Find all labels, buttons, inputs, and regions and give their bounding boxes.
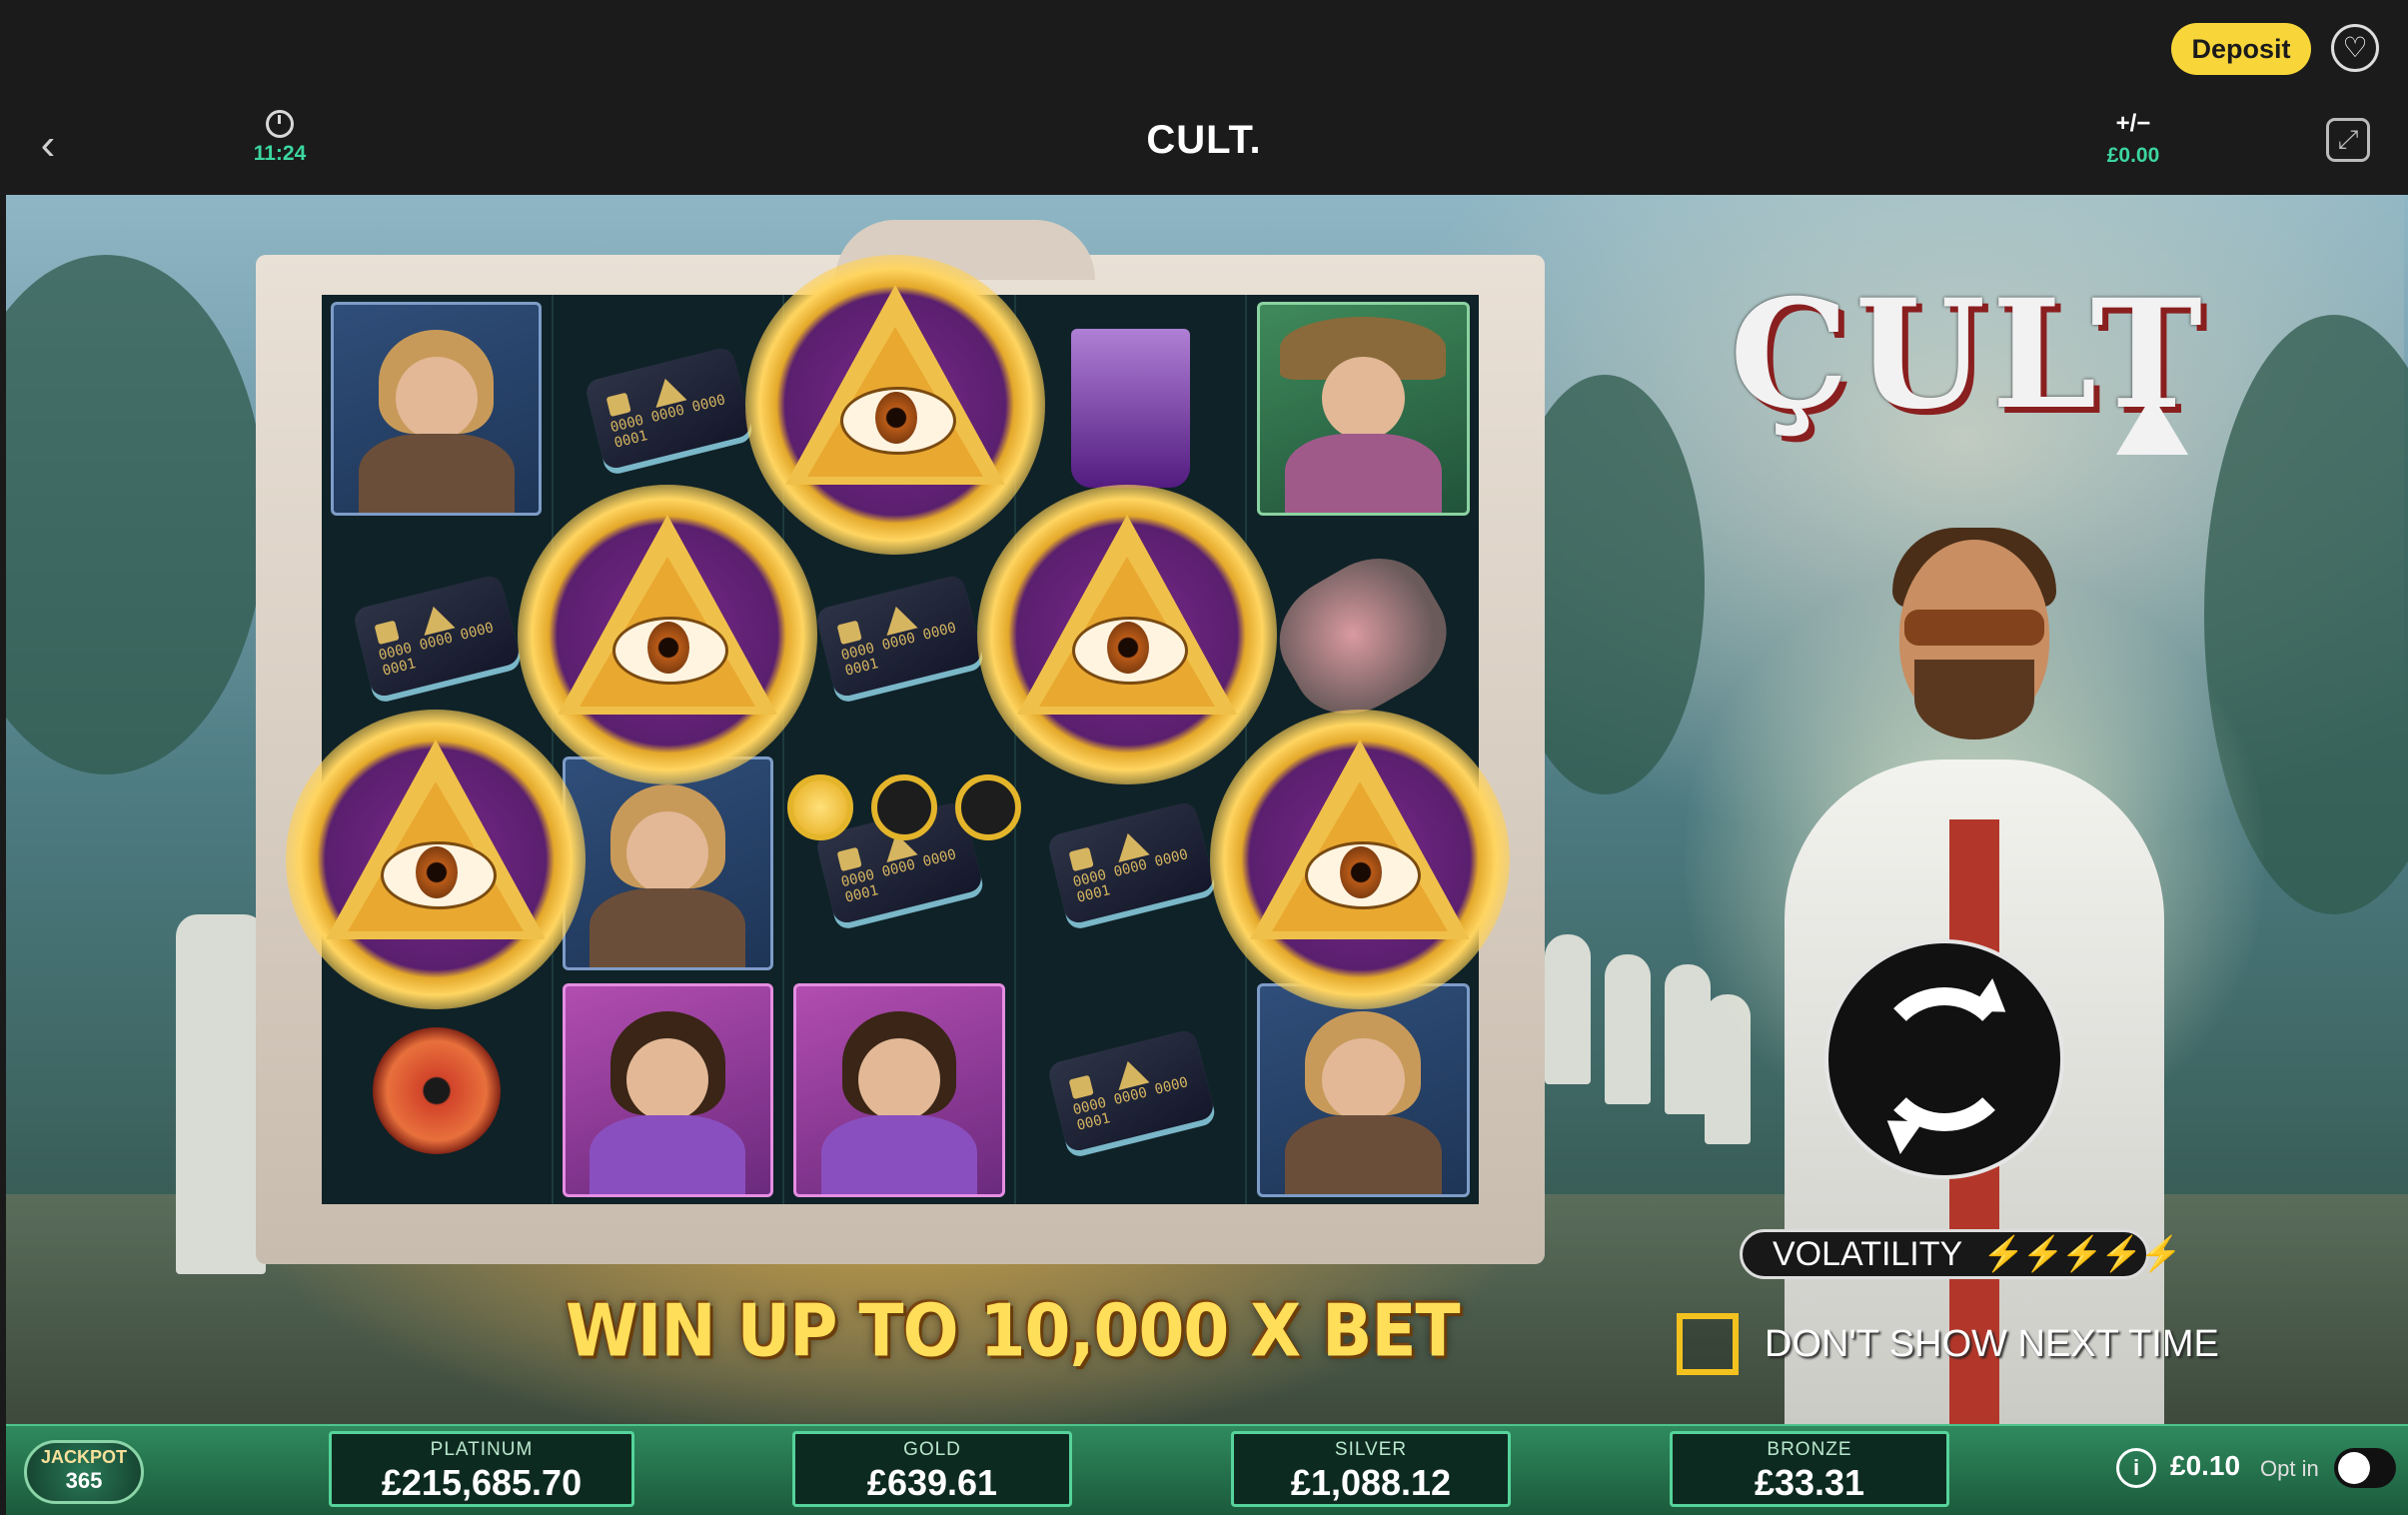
jackpot-logo-top: JACKPOT — [40, 1447, 127, 1467]
balance-value: £0.00 — [2106, 144, 2160, 167]
reel-cell — [322, 976, 554, 1204]
credit-card-symbol: 0000 0000 0000 0001 — [352, 573, 522, 699]
cult-follower — [1545, 934, 1591, 1084]
expand-window-icon[interactable]: ⤢ — [2326, 118, 2370, 162]
reel-cell — [784, 976, 1016, 1204]
hooded-woman-symbol — [562, 756, 773, 970]
jackpot-tier-amount: £215,685.70 — [381, 1462, 583, 1503]
toggle-knob — [2338, 1452, 2370, 1484]
dont-show-checkbox[interactable] — [1677, 1313, 1739, 1375]
top-bar: ‹ 11:24 CULT. +/− £0.00 Deposit ♡ ⤢ — [0, 0, 2408, 195]
cult-follower — [176, 914, 266, 1274]
page-dot-1[interactable] — [787, 774, 853, 840]
reel-cell — [554, 976, 785, 1204]
eye-pyramid-symbol — [1210, 710, 1510, 1009]
bearded-man-symbol — [793, 983, 1005, 1198]
jackpot-silver: SILVER £1,088.12 — [1231, 1431, 1511, 1507]
credit-card-symbol: 0000 0000 0000 0001 — [583, 346, 752, 472]
jackpot-platinum: PLATINUM £215,685.70 — [329, 1431, 634, 1507]
cowboy-man-symbol — [1256, 301, 1470, 516]
page-dot-2[interactable] — [871, 774, 937, 840]
info-icon[interactable]: i — [2116, 1448, 2156, 1488]
credit-card-symbol: 0000 0000 0000 0001 — [1046, 800, 1216, 926]
jackpot-bar: JACKPOT 365 PLATINUM £215,685.70 GOLD £6… — [6, 1424, 2408, 1515]
balance-label: +/− — [2115, 110, 2151, 137]
jackpot-tier-label: GOLD — [903, 1439, 961, 1460]
logo-eye-triangle-icon — [2116, 395, 2188, 455]
hooded-woman-symbol — [1256, 983, 1470, 1198]
cult-follower — [1605, 954, 1651, 1104]
purple-drink-symbol — [1070, 329, 1191, 489]
jackpot-logo-bottom: 365 — [65, 1468, 103, 1493]
reel-cell — [1247, 295, 1479, 523]
lightning-bolt-icons: ⚡⚡⚡⚡⚡ — [1982, 1235, 2182, 1273]
credit-card-symbol: 0000 0000 0000 0001 — [1046, 1027, 1216, 1153]
jackpot-tier-label: PLATINUM — [430, 1439, 534, 1460]
opt-in-toggle[interactable] — [2334, 1448, 2396, 1488]
deposit-button[interactable]: Deposit — [2171, 23, 2311, 75]
reel-cell: 0000 0000 0000 0001 — [1016, 976, 1248, 1204]
jackpot-tier-label: SILVER — [1334, 1439, 1408, 1460]
jackpot-stake: £0.10 — [2170, 1450, 2241, 1481]
volatility-badge: VOLATILITY ⚡⚡⚡⚡⚡ — [1740, 1229, 2182, 1279]
fallen-statue-symbol — [1258, 536, 1468, 736]
bearded-man-symbol — [562, 983, 773, 1198]
jackpot-tier-amount: £33.31 — [1754, 1462, 1865, 1503]
poppy-symbol — [372, 1026, 502, 1154]
jackpot-tier-amount: £639.61 — [866, 1462, 998, 1503]
credit-card-symbol: 0000 0000 0000 0001 — [814, 573, 984, 699]
jackpot-tier-label: BRONZE — [1767, 1439, 1852, 1460]
volatility-label: VOLATILITY — [1773, 1235, 1963, 1273]
jackpot-gold: GOLD £639.61 — [792, 1431, 1072, 1507]
jackpot-tier-amount: £1,088.12 — [1290, 1462, 1452, 1503]
page-dot-3[interactable] — [955, 774, 1021, 840]
promo-text: WIN UP TO 10,000 X BET — [566, 1288, 1461, 1373]
jackpot-365-logo: JACKPOT 365 — [24, 1440, 144, 1504]
jackpot-bronze: BRONZE £33.31 — [1670, 1431, 1949, 1507]
continue-button[interactable] — [1824, 939, 2064, 1179]
eye-pyramid-symbol — [286, 710, 586, 1009]
game-canvas: 0000 0000 0000 0001 0000 0000 0000 0001 … — [6, 195, 2408, 1424]
reel-cell — [1247, 977, 1479, 1205]
heart-icon[interactable]: ♡ — [2331, 24, 2379, 72]
opt-in-label: Opt in — [2260, 1456, 2319, 1481]
dont-show-label: DON'T SHOW NEXT TIME — [1765, 1323, 2219, 1365]
hooded-woman-symbol — [331, 301, 543, 516]
balance-display[interactable]: +/− £0.00 — [2088, 110, 2178, 168]
jungle-tree — [6, 255, 266, 774]
page-title: CULT. — [1146, 118, 1262, 162]
